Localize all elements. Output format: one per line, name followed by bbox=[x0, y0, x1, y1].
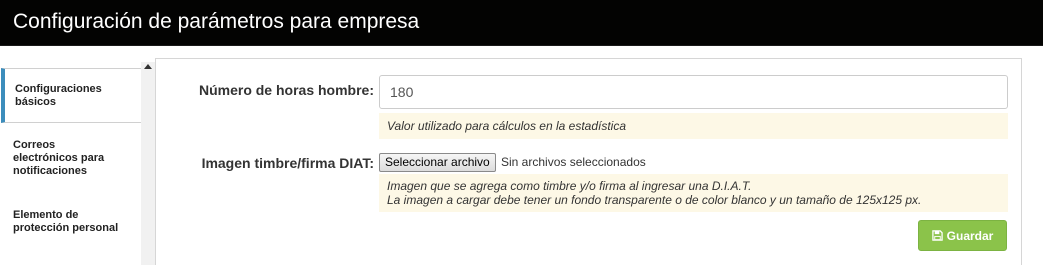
image-label: Imagen timbre/firma DIAT: bbox=[201, 155, 374, 171]
sidebar-item-label-line: Configuraciones bbox=[15, 83, 102, 95]
hours-input[interactable] bbox=[379, 75, 1008, 109]
image-help-line: La imagen a cargar debe tener un fondo t… bbox=[387, 193, 922, 207]
sidebar-scrollbar[interactable] bbox=[141, 62, 155, 265]
page-header: Configuración de parámetros para empresa bbox=[0, 0, 1043, 46]
page-title: Configuración de parámetros para empresa bbox=[13, 10, 420, 33]
sidebar-item-label-line: básicos bbox=[15, 96, 56, 108]
sidebar-item-label-line: Elemento de bbox=[13, 209, 79, 221]
select-file-button[interactable]: Seleccionar archivo bbox=[379, 153, 496, 172]
sidebar: Configuraciones básicos Correos electrón… bbox=[0, 62, 155, 265]
sidebar-item-correos-notificaciones[interactable]: Correos electrónicos para notificaciones bbox=[1, 139, 141, 178]
save-button[interactable]: Guardar bbox=[918, 220, 1007, 251]
scroll-up-icon[interactable] bbox=[144, 64, 152, 69]
file-status-text: Sin archivos seleccionados bbox=[501, 155, 646, 169]
sidebar-item-label-line: notificaciones bbox=[13, 165, 87, 177]
sidebar-item-label-line: protección personal bbox=[13, 222, 119, 234]
hours-label: Número de horas hombre: bbox=[198, 82, 374, 98]
sidebar-item-elemento-proteccion[interactable]: Elemento de protección personal bbox=[1, 209, 141, 235]
image-help: Imagen que se agrega como timbre y/o fir… bbox=[379, 174, 1008, 212]
sidebar-item-label-line: Correos bbox=[13, 139, 56, 151]
hours-help: Valor utilizado para cálculos en la esta… bbox=[379, 113, 1008, 139]
floppy-disk-icon bbox=[931, 230, 943, 241]
save-button-label: Guardar bbox=[946, 228, 994, 243]
image-help-line: Imagen que se agrega como timbre y/o fir… bbox=[387, 179, 752, 193]
sidebar-item-configuraciones-basicos[interactable]: Configuraciones básicos bbox=[1, 68, 141, 123]
sidebar-item-label-line: electrónicos para bbox=[13, 152, 105, 164]
